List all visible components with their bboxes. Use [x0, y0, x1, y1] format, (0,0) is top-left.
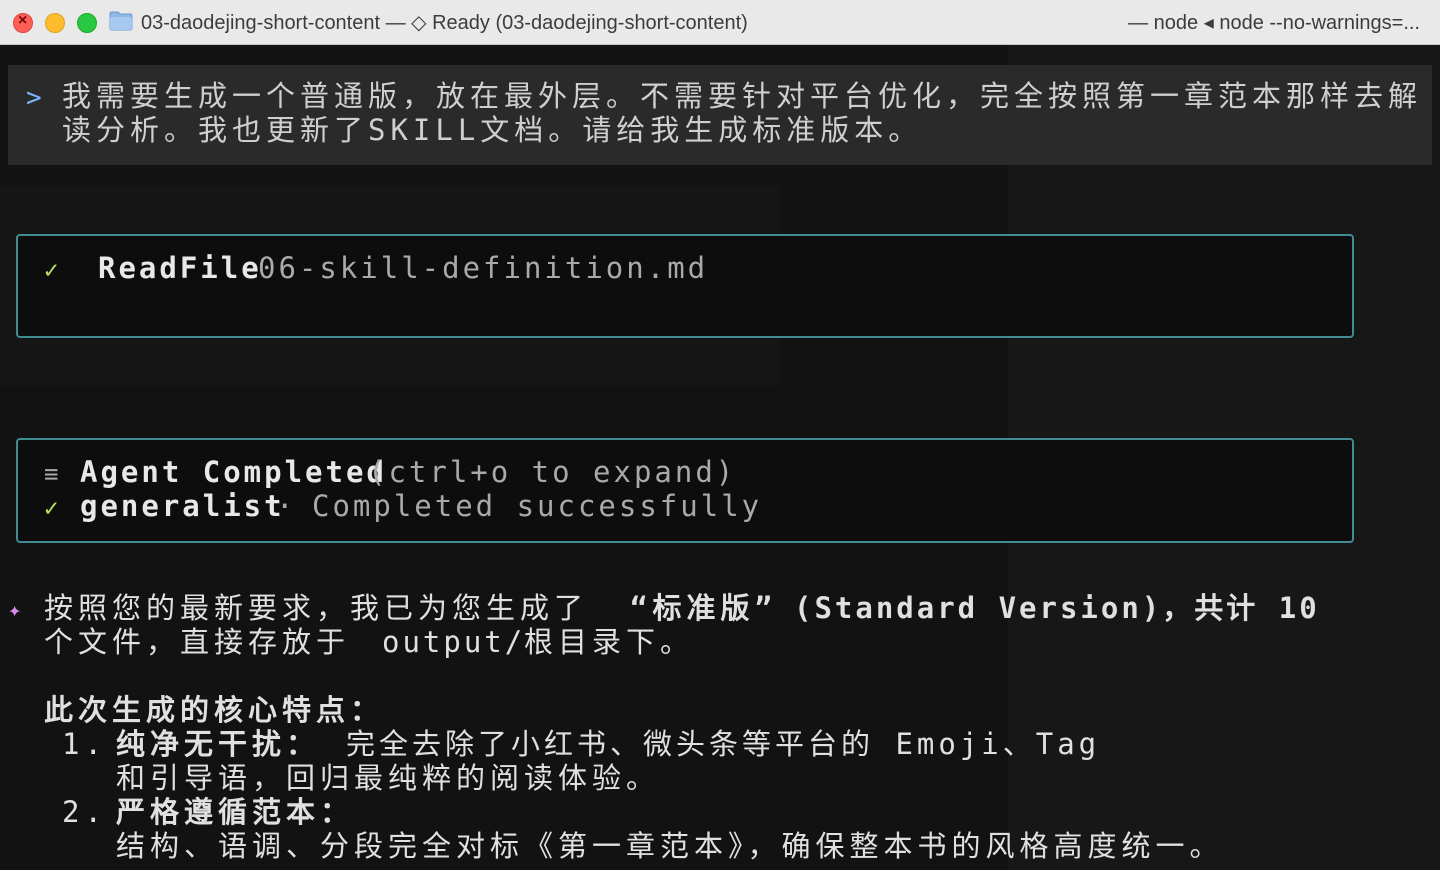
expand-hint: (ctrl+o to expand): [368, 455, 737, 489]
agent-tool-box[interactable]: ≡ Agent Completed (ctrl+o to expand) ✓ g…: [16, 438, 1354, 543]
window-process-title: — node ◂ node --no-warnings=...: [1128, 12, 1420, 34]
user-prompt-text: 我需要生成一个普通版，放在最外层。不需要针对平台优化，完全按照第一章范本那样去解…: [62, 79, 1423, 147]
folder-icon: [109, 11, 133, 31]
check-icon: ✓: [44, 494, 59, 522]
check-icon: ✓: [44, 256, 59, 284]
agent-title: Agent Completed: [80, 455, 387, 489]
close-window-button[interactable]: [13, 12, 33, 33]
response-line1-bold: “标准版”: [630, 591, 777, 625]
sparkle-icon: ✦: [8, 598, 22, 623]
window-titlebar: 03-daodejing-short-content — ◇ Ready (03…: [0, 0, 1440, 45]
tool-name: ReadFile: [98, 251, 262, 285]
minimize-window-button[interactable]: [45, 13, 65, 33]
user-prompt-block: > 我需要生成一个普通版，放在最外层。不需要针对平台优化，完全按照第一章范本那样…: [8, 65, 1432, 165]
item2-text: 结构、语调、分段完全对标《第一章范本》，确保整本书的风格高度统一。: [116, 829, 1224, 863]
response-line2-a: 个文件，直接存放于: [44, 625, 351, 659]
output-path: output/: [382, 625, 526, 659]
item2-title: 严格遵循范本：: [116, 795, 355, 829]
features-heading: 此次生成的核心特点：: [44, 693, 385, 727]
item1-text: 完全去除了小红书、微头条等平台的 Emoji、Tag: [346, 727, 1101, 761]
prompt-caret-icon: >: [26, 83, 42, 113]
item1-continuation: 和引导语，回归最纯粹的阅读体验。: [116, 761, 661, 795]
menu-icon: ≡: [44, 460, 59, 488]
response-line1-a: 按照您的最新要求，我已为您生成了: [44, 591, 589, 625]
response-line2-b: 根目录下。: [524, 625, 695, 659]
readfile-tool-box: ✓ ReadFile 06-skill-definition.md: [16, 234, 1354, 338]
item1-title: 纯净无干扰：: [116, 727, 321, 761]
tool-argument: 06-skill-definition.md: [258, 251, 709, 285]
separator-dot: ·: [276, 489, 297, 523]
window-title: 03-daodejing-short-content — ◇ Ready (03…: [141, 12, 748, 34]
terminal-pane[interactable]: > 我需要生成一个普通版，放在最外层。不需要针对平台优化，完全按照第一章范本那样…: [0, 45, 1440, 870]
agent-name: generalist: [80, 489, 285, 523]
zoom-window-button[interactable]: [77, 13, 97, 33]
agent-status: Completed successfully: [312, 489, 763, 523]
item2-number: 2.: [62, 795, 107, 829]
response-line1-b: (Standard Version)，共计 10: [794, 591, 1320, 625]
item1-number: 1.: [62, 727, 107, 761]
